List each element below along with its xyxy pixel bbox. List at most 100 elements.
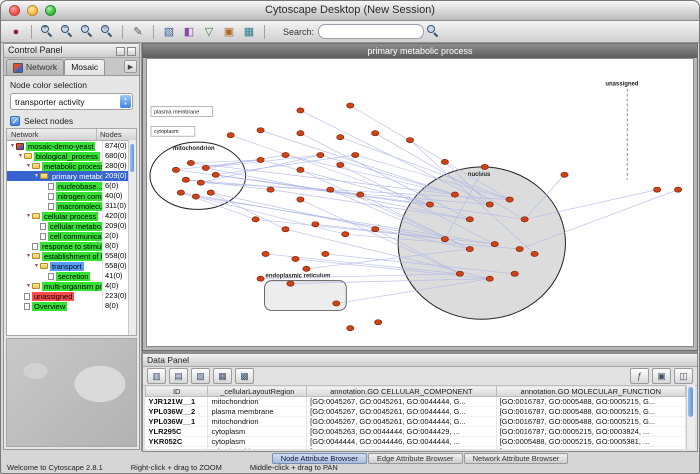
select-attributes-icon[interactable]: ▥ bbox=[147, 368, 166, 384]
network-canvas[interactable]: plasma membranecytoplasmmitochondrionnuc… bbox=[146, 58, 694, 347]
tree-item[interactable]: cell communica...2(0) bbox=[7, 231, 136, 241]
zoom-fit-icon[interactable]: ⁘ bbox=[98, 23, 116, 40]
network-node[interactable] bbox=[372, 227, 379, 232]
network-node[interactable] bbox=[654, 187, 661, 192]
expander-icon[interactable]: ▼ bbox=[33, 173, 40, 179]
tab-scroll-right-button[interactable]: ▶ bbox=[124, 60, 137, 73]
network-node[interactable] bbox=[375, 320, 382, 325]
network-node[interactable] bbox=[342, 232, 349, 237]
tree-item[interactable]: macromolecule...311(0) bbox=[7, 201, 136, 211]
network-node[interactable] bbox=[561, 172, 568, 177]
tree-item[interactable]: ▼mosaic-demo-yeast874(0) bbox=[7, 141, 136, 151]
network-node[interactable] bbox=[511, 271, 518, 276]
network-node[interactable] bbox=[347, 103, 354, 108]
network-node[interactable] bbox=[192, 194, 199, 199]
column-header[interactable]: annotation.GO CELLULAR_COMPONENT bbox=[307, 386, 496, 397]
close-panel-button[interactable] bbox=[127, 47, 136, 56]
filter-icon[interactable]: ▽ bbox=[200, 23, 218, 40]
tab-network[interactable]: Network bbox=[6, 59, 64, 75]
network-node[interactable] bbox=[357, 192, 364, 197]
tree-item[interactable]: response to stimul...8(0) bbox=[7, 241, 136, 251]
expander-icon[interactable]: ▼ bbox=[25, 163, 32, 169]
network-node[interactable] bbox=[312, 222, 319, 227]
network-edge[interactable] bbox=[196, 197, 345, 235]
manage-networks-icon[interactable]: ▦ bbox=[240, 23, 258, 40]
column-header[interactable]: ID bbox=[146, 386, 208, 397]
tree-item[interactable]: ▼cellular process420(0) bbox=[7, 211, 136, 221]
tree-column-nodes[interactable]: Nodes bbox=[97, 129, 136, 140]
view-settings-icon[interactable]: ▧ bbox=[160, 23, 178, 40]
tree-item[interactable]: Overview8(0) bbox=[7, 301, 136, 311]
network-node[interactable] bbox=[347, 326, 354, 331]
delete-attribute-icon[interactable]: ▧ bbox=[191, 368, 210, 384]
network-node[interactable] bbox=[481, 164, 488, 169]
tree-item[interactable]: ▼transport558(0) bbox=[7, 261, 136, 271]
network-node[interactable] bbox=[674, 187, 681, 192]
network-node[interactable] bbox=[187, 160, 194, 165]
network-node[interactable] bbox=[406, 138, 413, 143]
tree-column-network[interactable]: Network bbox=[7, 129, 97, 140]
network-node[interactable] bbox=[182, 177, 189, 182]
network-node[interactable] bbox=[333, 301, 340, 306]
select-nodes-option[interactable]: Select nodes bbox=[10, 116, 133, 126]
tree-item[interactable]: ▼establishment of lo...558(0) bbox=[7, 251, 136, 261]
data-panel-header[interactable]: Data Panel bbox=[143, 354, 697, 367]
network-node[interactable] bbox=[257, 157, 264, 162]
table-row[interactable]: YPL036W__2plasma membrane[GO:0045267, GO… bbox=[146, 407, 686, 417]
title-bar[interactable]: Cytoscape Desktop (New Session) bbox=[1, 1, 699, 21]
network-node[interactable] bbox=[303, 266, 310, 271]
network-node[interactable] bbox=[456, 271, 463, 276]
network-node[interactable] bbox=[352, 152, 359, 157]
import-icon[interactable]: ▣ bbox=[652, 368, 671, 384]
tree-item[interactable]: nitrogen compo...40(0) bbox=[7, 191, 136, 201]
network-node[interactable] bbox=[262, 251, 269, 256]
network-node[interactable] bbox=[207, 190, 214, 195]
network-node[interactable] bbox=[202, 165, 209, 170]
zoom-out-icon[interactable]: − bbox=[58, 23, 76, 40]
search-input[interactable] bbox=[318, 24, 424, 39]
network-node[interactable] bbox=[322, 251, 329, 256]
network-node[interactable] bbox=[282, 152, 289, 157]
network-node[interactable] bbox=[516, 246, 523, 251]
tree-item[interactable]: cellular metabo...209(0) bbox=[7, 221, 136, 231]
formula-builder-icon[interactable]: ƒ bbox=[630, 368, 649, 384]
table-scrollbar-thumb[interactable] bbox=[688, 387, 693, 417]
expander-icon[interactable]: ▼ bbox=[9, 143, 16, 149]
network-node[interactable] bbox=[337, 162, 344, 167]
new-attribute-icon[interactable]: ▤ bbox=[169, 368, 188, 384]
network-view-title[interactable]: primary metabolic process bbox=[143, 44, 697, 58]
network-node[interactable] bbox=[486, 202, 493, 207]
network-node[interactable] bbox=[227, 133, 234, 138]
tree-scrollbar-thumb[interactable] bbox=[130, 144, 134, 172]
tree-item[interactable]: secretion41(0) bbox=[7, 271, 136, 281]
network-node[interactable] bbox=[287, 281, 294, 286]
network-node[interactable] bbox=[317, 152, 324, 157]
snapshot-icon[interactable]: ● bbox=[7, 23, 25, 40]
control-panel-header[interactable]: Control Panel bbox=[4, 44, 139, 58]
plugin-icon[interactable]: ▣ bbox=[220, 23, 238, 40]
network-node[interactable] bbox=[441, 159, 448, 164]
network-node[interactable] bbox=[297, 167, 304, 172]
network-node[interactable] bbox=[491, 241, 498, 246]
search-go-button[interactable] bbox=[424, 23, 442, 40]
column-header[interactable]: _cellularLayoutRegion bbox=[208, 386, 307, 397]
network-node[interactable] bbox=[297, 197, 304, 202]
trash-icon[interactable]: ▩ bbox=[235, 368, 254, 384]
network-node[interactable] bbox=[257, 128, 264, 133]
network-edge[interactable] bbox=[231, 135, 430, 204]
expander-icon[interactable]: ▼ bbox=[25, 253, 32, 259]
network-node[interactable] bbox=[451, 192, 458, 197]
network-node[interactable] bbox=[297, 108, 304, 113]
network-node[interactable] bbox=[441, 237, 448, 242]
table-row[interactable]: YKR052Ccytoplasm[GO:0044444, GO:0044446,… bbox=[146, 437, 686, 447]
zoom-selected-icon[interactable]: ▫ bbox=[78, 23, 96, 40]
close-window-button[interactable] bbox=[9, 5, 20, 16]
float-panel-button[interactable] bbox=[116, 47, 125, 56]
table-scrollbar[interactable] bbox=[686, 385, 695, 449]
network-node[interactable] bbox=[177, 190, 184, 195]
table-row[interactable]: YJR121W__1mitochondrion[GO:0045267, GO:0… bbox=[146, 397, 686, 407]
network-node[interactable] bbox=[282, 227, 289, 232]
network-edge[interactable] bbox=[211, 193, 286, 230]
network-overview-thumbnail[interactable] bbox=[6, 338, 137, 447]
network-node[interactable] bbox=[267, 187, 274, 192]
